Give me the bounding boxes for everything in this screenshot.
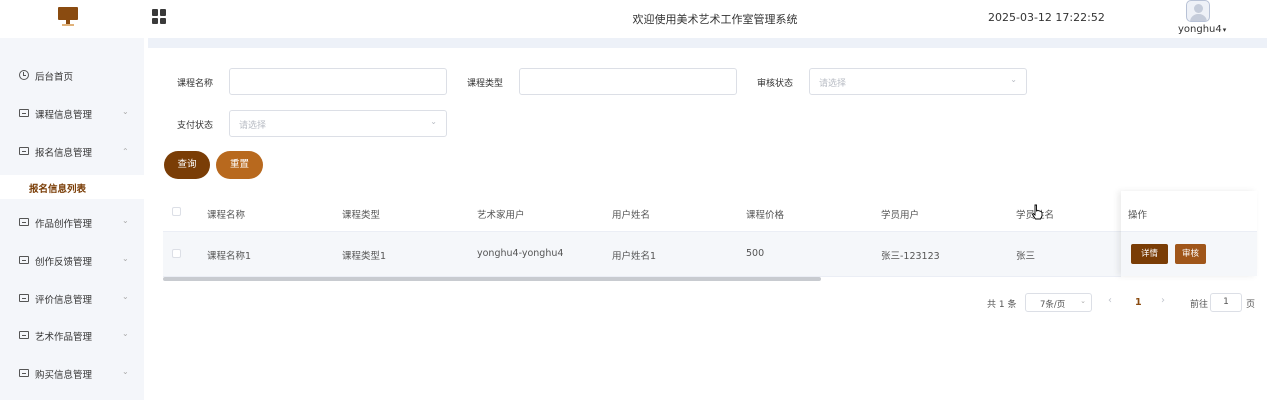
chevron-down-icon: ⌄ bbox=[122, 292, 129, 301]
review-status-label: 审核状态 bbox=[757, 79, 794, 89]
sidebar-item-label: 后台首页 bbox=[35, 72, 74, 83]
reset-button[interactable]: 重置 bbox=[216, 151, 263, 179]
clock-icon bbox=[19, 70, 29, 80]
sidebar-item-artwork-creation[interactable]: 作品创作管理 ⌄ bbox=[0, 209, 144, 237]
chevron-down-icon: ⌄ bbox=[1010, 75, 1017, 84]
sidebar-item-label: 创作反馈管理 bbox=[35, 257, 93, 268]
caret-down-icon: ▾ bbox=[1222, 26, 1227, 34]
chevron-up-icon: ⌃ bbox=[122, 147, 129, 156]
sidebar-item-label: 艺术作品管理 bbox=[35, 332, 93, 343]
column-header-user-name: 用户姓名 bbox=[612, 210, 651, 221]
course-name-label: 课程名称 bbox=[177, 79, 214, 89]
list-card-icon bbox=[19, 331, 29, 339]
sidebar-item-label: 报名信息管理 bbox=[35, 148, 93, 159]
sidebar-item-label: 课程信息管理 bbox=[35, 110, 93, 121]
column-header-operations: 操作 bbox=[1128, 210, 1148, 221]
chevron-down-icon: ⌄ bbox=[430, 117, 437, 126]
sidebar-item-artworks[interactable]: 艺术作品管理 ⌄ bbox=[0, 322, 144, 350]
review-status-select[interactable]: 请选择 ⌄ bbox=[809, 68, 1027, 95]
list-card-icon bbox=[19, 109, 29, 117]
hand-pointer-cursor-icon bbox=[1031, 204, 1043, 220]
sidebar-item-home[interactable]: 后台首页 bbox=[0, 62, 144, 90]
review-status-placeholder: 请选择 bbox=[819, 79, 847, 89]
cell-course-type: 课程类型1 bbox=[342, 251, 387, 262]
course-type-input[interactable] bbox=[519, 68, 737, 95]
column-header-student-user: 学员用户 bbox=[881, 210, 920, 221]
pay-status-select[interactable]: 请选择 ⌄ bbox=[229, 110, 447, 137]
column-header-course-type: 课程类型 bbox=[342, 210, 381, 221]
pay-status-label: 支付状态 bbox=[177, 121, 214, 131]
sidebar-item-label: 评价信息管理 bbox=[35, 295, 93, 306]
page-size-value: 7条/页 bbox=[1040, 300, 1066, 310]
current-datetime: 2025-03-12 17:22:52 bbox=[988, 11, 1105, 24]
detail-button[interactable]: 详情 bbox=[1131, 244, 1168, 264]
cell-course-price: 500 bbox=[746, 248, 765, 259]
sidebar-item-review-info[interactable]: 评价信息管理 ⌄ bbox=[0, 285, 144, 313]
sidebar-item-label: 作品创作管理 bbox=[35, 219, 93, 230]
goto-page-input[interactable]: 1 bbox=[1210, 293, 1242, 312]
user-avatar[interactable] bbox=[1186, 0, 1210, 22]
sidebar-item-purchase-info[interactable]: 购买信息管理 ⌄ bbox=[0, 360, 144, 388]
pay-status-placeholder: 请选择 bbox=[239, 121, 267, 131]
chevron-down-icon: ⌄ bbox=[122, 216, 129, 225]
goto-suffix-label: 页 bbox=[1246, 300, 1256, 310]
cell-user-name: 用户姓名1 bbox=[612, 251, 657, 262]
top-header: 欢迎使用美术艺术工作室管理系统 2025-03-12 17:22:52 yong… bbox=[0, 0, 1267, 38]
site-title: 欢迎使用美术艺术工作室管理系统 bbox=[632, 13, 798, 26]
course-name-input[interactable] bbox=[229, 68, 447, 95]
column-header-course-name: 课程名称 bbox=[207, 210, 246, 221]
cell-artist-user: yonghu4-yonghu4 bbox=[477, 248, 564, 259]
username-label: yonghu4 bbox=[1178, 24, 1222, 35]
course-type-label: 课程类型 bbox=[467, 79, 504, 89]
list-card-icon bbox=[19, 294, 29, 302]
main-content: 课程名称 课程类型 审核状态 请选择 ⌄ 支付状态 请选择 ⌄ 查询 重置 课程… bbox=[148, 48, 1267, 400]
sidebar-item-enrollment-info[interactable]: 报名信息管理 ⌃ bbox=[0, 138, 144, 166]
sidebar-item-creation-feedback[interactable]: 创作反馈管理 ⌄ bbox=[0, 247, 144, 275]
chevron-down-icon: ⌄ bbox=[122, 329, 129, 338]
sidebar-item-label: 购买信息管理 bbox=[35, 370, 93, 381]
chevron-down-icon: ⌄ bbox=[122, 254, 129, 263]
computer-logo-icon bbox=[57, 6, 79, 28]
pagination-total: 共 1 条 bbox=[987, 300, 1017, 310]
user-menu-dropdown[interactable]: yonghu4▾ bbox=[1178, 24, 1226, 35]
chevron-down-icon: ⌄ bbox=[122, 107, 129, 116]
select-all-checkbox[interactable] bbox=[172, 207, 181, 216]
column-header-artist-user: 艺术家用户 bbox=[477, 210, 525, 221]
cell-course-name: 课程名称1 bbox=[207, 251, 252, 262]
review-button[interactable]: 审核 bbox=[1175, 244, 1206, 264]
list-card-icon bbox=[19, 147, 29, 155]
sidebar-subitem-enrollment-list[interactable]: 报名信息列表 bbox=[0, 175, 144, 199]
operations-fixed-column: 操作 详情 审核 bbox=[1121, 191, 1257, 276]
sidebar-subitem-label: 报名信息列表 bbox=[29, 184, 87, 195]
chevron-down-icon: ⌄ bbox=[1080, 297, 1086, 305]
sidebar-item-course-info[interactable]: 课程信息管理 ⌄ bbox=[0, 100, 144, 128]
list-card-icon bbox=[19, 218, 29, 226]
table-horizontal-scrollbar[interactable] bbox=[163, 277, 821, 281]
list-card-icon bbox=[19, 256, 29, 264]
chevron-down-icon: ⌄ bbox=[122, 367, 129, 376]
prev-page-button[interactable]: ‹ bbox=[1108, 295, 1112, 306]
menu-toggle-grid-icon[interactable] bbox=[152, 9, 167, 24]
page-size-select[interactable]: 7条/页 ⌄ bbox=[1025, 293, 1092, 312]
cell-student-name: 张三 bbox=[1016, 251, 1036, 262]
row-checkbox[interactable] bbox=[172, 249, 181, 258]
header-divider-strip bbox=[148, 38, 1267, 48]
list-card-icon bbox=[19, 369, 29, 377]
sidebar: 后台首页 课程信息管理 ⌄ 报名信息管理 ⌃ 报名信息列表 作品创作管理 ⌄ 创… bbox=[0, 38, 144, 400]
search-button[interactable]: 查询 bbox=[164, 151, 210, 179]
column-header-course-price: 课程价格 bbox=[746, 210, 785, 221]
page-number-current[interactable]: 1 bbox=[1135, 297, 1142, 308]
goto-prefix-label: 前往 bbox=[1190, 300, 1209, 310]
cell-student-user: 张三-123123 bbox=[881, 251, 940, 262]
next-page-button[interactable]: › bbox=[1161, 295, 1165, 306]
